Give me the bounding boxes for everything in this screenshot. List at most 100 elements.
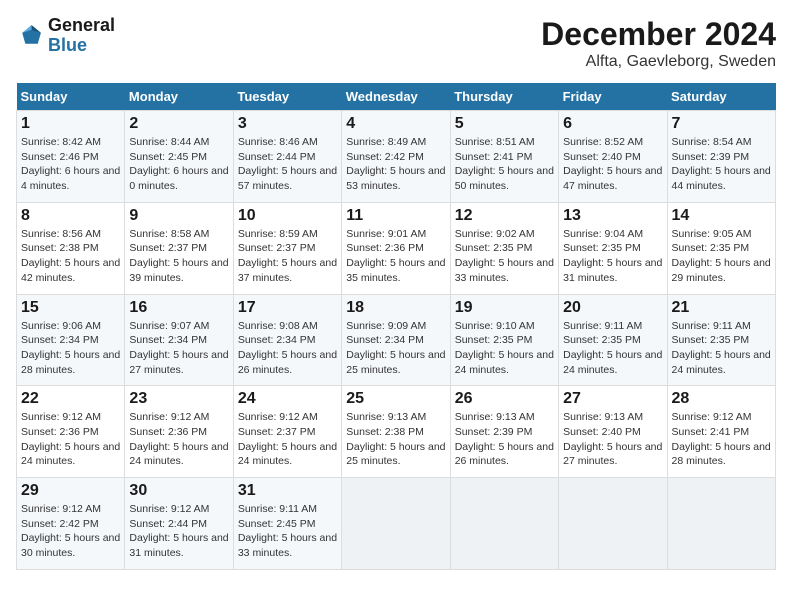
day-cell: 26 Sunrise: 9:13 AMSunset: 2:39 PMDayligh… bbox=[450, 386, 558, 478]
week-row-5: 29 Sunrise: 9:12 AMSunset: 2:42 PMDayligh… bbox=[17, 478, 776, 570]
day-detail: Sunrise: 9:13 AMSunset: 2:38 PMDaylight:… bbox=[346, 411, 445, 467]
day-detail: Sunrise: 8:52 AMSunset: 2:40 PMDaylight:… bbox=[563, 136, 662, 192]
day-cell: 21 Sunrise: 9:11 AMSunset: 2:35 PMDayligh… bbox=[667, 294, 775, 386]
week-row-3: 15Sunrise: 9:06 AMSunset: 2:34 PMDayligh… bbox=[17, 294, 776, 386]
day-detail: Sunrise: 9:10 AMSunset: 2:35 PMDaylight:… bbox=[455, 320, 554, 376]
day-detail: Sunrise: 8:58 AMSunset: 2:37 PMDaylight:… bbox=[129, 228, 228, 284]
day-number: 26 bbox=[455, 390, 554, 408]
day-cell: 25 Sunrise: 9:13 AMSunset: 2:38 PMDayligh… bbox=[342, 386, 450, 478]
day-cell: 17Sunrise: 9:08 AMSunset: 2:34 PMDayligh… bbox=[233, 294, 341, 386]
title-area: December 2024 Alfta, Gaevleborg, Sweden bbox=[541, 16, 776, 71]
day-detail: Sunrise: 9:12 AMSunset: 2:41 PMDaylight:… bbox=[672, 411, 771, 467]
logo-line2: Blue bbox=[48, 36, 115, 56]
day-number: 25 bbox=[346, 390, 445, 408]
day-number: 30 bbox=[129, 482, 228, 500]
day-detail: Sunrise: 9:11 AMSunset: 2:35 PMDaylight:… bbox=[563, 320, 662, 376]
subtitle: Alfta, Gaevleborg, Sweden bbox=[541, 53, 776, 71]
day-cell: 22 Sunrise: 9:12 AMSunset: 2:36 PMDayligh… bbox=[17, 386, 125, 478]
day-number: 17 bbox=[238, 299, 337, 317]
day-detail: Sunrise: 8:44 AMSunset: 2:45 PMDaylight:… bbox=[129, 136, 228, 192]
day-number: 29 bbox=[21, 482, 120, 500]
header-row: SundayMondayTuesdayWednesdayThursdayFrid… bbox=[17, 83, 776, 111]
day-detail: Sunrise: 8:42 AMSunset: 2:46 PMDaylight:… bbox=[21, 136, 120, 192]
day-number: 3 bbox=[238, 115, 337, 133]
day-detail: Sunrise: 8:59 AMSunset: 2:37 PMDaylight:… bbox=[238, 228, 337, 284]
day-cell bbox=[667, 478, 775, 570]
day-cell: 15Sunrise: 9:06 AMSunset: 2:34 PMDayligh… bbox=[17, 294, 125, 386]
day-number: 1 bbox=[21, 115, 120, 133]
day-cell bbox=[450, 478, 558, 570]
day-cell: 19Sunrise: 9:10 AMSunset: 2:35 PMDayligh… bbox=[450, 294, 558, 386]
day-detail: Sunrise: 9:12 AMSunset: 2:36 PMDaylight:… bbox=[21, 411, 120, 467]
header-saturday: Saturday bbox=[667, 83, 775, 111]
day-cell: 29 Sunrise: 9:12 AMSunset: 2:42 PMDayligh… bbox=[17, 478, 125, 570]
header-wednesday: Wednesday bbox=[342, 83, 450, 111]
day-number: 31 bbox=[238, 482, 337, 500]
header-thursday: Thursday bbox=[450, 83, 558, 111]
day-number: 13 bbox=[563, 207, 662, 225]
day-number: 20 bbox=[563, 299, 662, 317]
week-row-2: 8 Sunrise: 8:56 AMSunset: 2:38 PMDaylight… bbox=[17, 202, 776, 294]
day-number: 14 bbox=[672, 207, 771, 225]
day-cell: 6 Sunrise: 8:52 AMSunset: 2:40 PMDaylight… bbox=[559, 111, 667, 203]
day-cell: 1 Sunrise: 8:42 AMSunset: 2:46 PMDaylight… bbox=[17, 111, 125, 203]
day-cell bbox=[559, 478, 667, 570]
day-detail: Sunrise: 9:07 AMSunset: 2:34 PMDaylight:… bbox=[129, 320, 228, 376]
calendar-table: SundayMondayTuesdayWednesdayThursdayFrid… bbox=[16, 83, 776, 570]
day-number: 9 bbox=[129, 207, 228, 225]
day-cell: 20 Sunrise: 9:11 AMSunset: 2:35 PMDayligh… bbox=[559, 294, 667, 386]
day-cell: 3 Sunrise: 8:46 AMSunset: 2:44 PMDaylight… bbox=[233, 111, 341, 203]
day-detail: Sunrise: 9:11 AMSunset: 2:35 PMDaylight:… bbox=[672, 320, 771, 376]
day-detail: Sunrise: 8:46 AMSunset: 2:44 PMDaylight:… bbox=[238, 136, 337, 192]
day-detail: Sunrise: 9:12 AMSunset: 2:42 PMDaylight:… bbox=[21, 503, 120, 559]
day-detail: Sunrise: 9:12 AMSunset: 2:36 PMDaylight:… bbox=[129, 411, 228, 467]
day-cell: 9 Sunrise: 8:58 AMSunset: 2:37 PMDaylight… bbox=[125, 202, 233, 294]
day-detail: Sunrise: 9:05 AMSunset: 2:35 PMDaylight:… bbox=[672, 228, 771, 284]
logo-icon bbox=[16, 22, 44, 50]
day-detail: Sunrise: 9:01 AMSunset: 2:36 PMDaylight:… bbox=[346, 228, 445, 284]
day-detail: Sunrise: 8:49 AMSunset: 2:42 PMDaylight:… bbox=[346, 136, 445, 192]
page-header: General Blue December 2024 Alfta, Gaevle… bbox=[16, 16, 776, 71]
day-cell: 13 Sunrise: 9:04 AMSunset: 2:35 PMDayligh… bbox=[559, 202, 667, 294]
day-number: 22 bbox=[21, 390, 120, 408]
day-detail: Sunrise: 9:13 AMSunset: 2:39 PMDaylight:… bbox=[455, 411, 554, 467]
week-row-4: 22 Sunrise: 9:12 AMSunset: 2:36 PMDayligh… bbox=[17, 386, 776, 478]
day-detail: Sunrise: 9:09 AMSunset: 2:34 PMDaylight:… bbox=[346, 320, 445, 376]
day-cell: 30Sunrise: 9:12 AMSunset: 2:44 PMDayligh… bbox=[125, 478, 233, 570]
logo-line1: General bbox=[48, 16, 115, 36]
day-detail: Sunrise: 8:51 AMSunset: 2:41 PMDaylight:… bbox=[455, 136, 554, 192]
day-number: 5 bbox=[455, 115, 554, 133]
day-number: 28 bbox=[672, 390, 771, 408]
day-cell: 18 Sunrise: 9:09 AMSunset: 2:34 PMDayligh… bbox=[342, 294, 450, 386]
day-number: 4 bbox=[346, 115, 445, 133]
week-row-1: 1 Sunrise: 8:42 AMSunset: 2:46 PMDaylight… bbox=[17, 111, 776, 203]
day-number: 16 bbox=[129, 299, 228, 317]
day-cell: 8 Sunrise: 8:56 AMSunset: 2:38 PMDaylight… bbox=[17, 202, 125, 294]
header-tuesday: Tuesday bbox=[233, 83, 341, 111]
day-cell: 5 Sunrise: 8:51 AMSunset: 2:41 PMDaylight… bbox=[450, 111, 558, 203]
day-number: 15 bbox=[21, 299, 120, 317]
header-monday: Monday bbox=[125, 83, 233, 111]
day-number: 6 bbox=[563, 115, 662, 133]
day-cell: 24Sunrise: 9:12 AMSunset: 2:37 PMDayligh… bbox=[233, 386, 341, 478]
day-detail: Sunrise: 8:54 AMSunset: 2:39 PMDaylight:… bbox=[672, 136, 771, 192]
day-number: 21 bbox=[672, 299, 771, 317]
day-detail: Sunrise: 9:04 AMSunset: 2:35 PMDaylight:… bbox=[563, 228, 662, 284]
day-cell: 16 Sunrise: 9:07 AMSunset: 2:34 PMDayligh… bbox=[125, 294, 233, 386]
day-detail: Sunrise: 8:56 AMSunset: 2:38 PMDaylight:… bbox=[21, 228, 120, 284]
day-number: 10 bbox=[238, 207, 337, 225]
day-cell: 14 Sunrise: 9:05 AMSunset: 2:35 PMDayligh… bbox=[667, 202, 775, 294]
day-number: 2 bbox=[129, 115, 228, 133]
main-title: December 2024 bbox=[541, 16, 776, 53]
day-number: 8 bbox=[21, 207, 120, 225]
day-cell: 27 Sunrise: 9:13 AMSunset: 2:40 PMDayligh… bbox=[559, 386, 667, 478]
day-detail: Sunrise: 9:02 AMSunset: 2:35 PMDaylight:… bbox=[455, 228, 554, 284]
day-cell: 7Sunrise: 8:54 AMSunset: 2:39 PMDaylight… bbox=[667, 111, 775, 203]
day-cell: 11Sunrise: 9:01 AMSunset: 2:36 PMDayligh… bbox=[342, 202, 450, 294]
day-number: 27 bbox=[563, 390, 662, 408]
day-number: 18 bbox=[346, 299, 445, 317]
day-detail: Sunrise: 9:12 AMSunset: 2:37 PMDaylight:… bbox=[238, 411, 337, 467]
day-detail: Sunrise: 9:13 AMSunset: 2:40 PMDaylight:… bbox=[563, 411, 662, 467]
day-cell: 2 Sunrise: 8:44 AMSunset: 2:45 PMDaylight… bbox=[125, 111, 233, 203]
day-detail: Sunrise: 9:11 AMSunset: 2:45 PMDaylight:… bbox=[238, 503, 337, 559]
